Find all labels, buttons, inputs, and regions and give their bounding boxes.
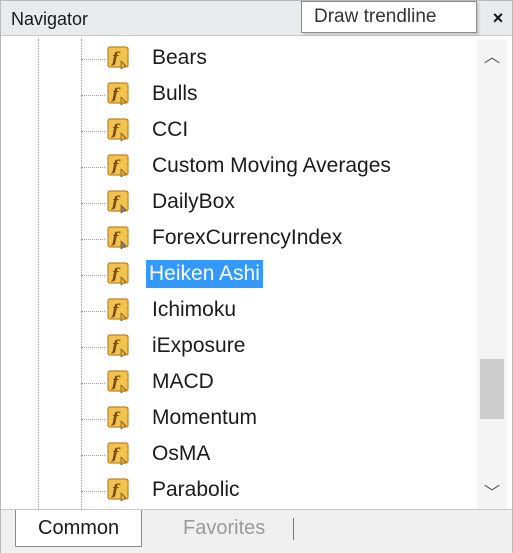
list-item[interactable]: f ForexCurrencyIndex (81, 221, 471, 255)
list-item[interactable]: f Bears (81, 41, 471, 75)
tree-connector (81, 131, 105, 132)
list-item[interactable]: f OsMA (81, 437, 471, 471)
list-item[interactable]: f DailyBox (81, 185, 471, 219)
list-item[interactable]: f iExposure (81, 329, 471, 363)
list-item-label: ForexCurrencyIndex (152, 226, 343, 249)
list-item-label: MACD (152, 370, 214, 393)
list-item-label: Bulls (152, 82, 198, 105)
tree-connector (81, 491, 105, 492)
list-item-label: Ichimoku (152, 298, 237, 321)
tree-guide-line (38, 39, 39, 509)
list-item[interactable]: f Momentum (81, 401, 471, 435)
list-item-label: Parabolic (152, 478, 240, 501)
list-item-label: Heiken Ashi (146, 260, 263, 288)
indicator-f-icon: f (107, 118, 131, 142)
list-item-label: CCI (152, 118, 189, 141)
tree-connector (81, 347, 105, 348)
panel-title: Navigator (11, 9, 89, 29)
list-item-label: DailyBox (152, 190, 235, 213)
indicator-f-icon: f (107, 442, 131, 466)
tree-connector (81, 455, 105, 456)
list-item[interactable]: f Heiken Ashi (81, 257, 471, 291)
close-button[interactable]: × (487, 7, 509, 29)
vertical-scrollbar[interactable]: ︿ ﹀ (477, 39, 507, 509)
tab-favorites[interactable]: Favorites (161, 510, 287, 546)
list-item-label: Bears (152, 46, 207, 69)
scroll-down-button[interactable]: ﹀ (477, 479, 507, 509)
indicator-f-gray-icon: f (107, 226, 131, 250)
navigator-panel: Navigator Draw trendline × f Bears f Bulls f… (0, 0, 513, 553)
list-item-label: Momentum (152, 406, 258, 429)
list-item[interactable]: f Ichimoku (81, 293, 471, 327)
list-item[interactable]: f Parabolic (81, 473, 471, 507)
scroll-thumb[interactable] (480, 359, 504, 419)
indicator-f-icon: f (107, 82, 131, 106)
scroll-up-button[interactable]: ︿ (477, 43, 507, 73)
tree-connector (81, 167, 105, 168)
indicator-f-icon: f (107, 262, 131, 286)
tree-connector (81, 95, 105, 96)
list-item[interactable]: f MACD (81, 365, 471, 399)
list-item[interactable]: f CCI (81, 113, 471, 147)
tree-connector (81, 311, 105, 312)
list-item[interactable]: f Custom Moving Averages (81, 149, 471, 183)
indicator-f-gray-icon: f (107, 190, 131, 214)
indicator-f-icon: f (107, 406, 131, 430)
tree-connector (81, 59, 105, 60)
tree-connector (81, 419, 105, 420)
indicator-f-icon: f (107, 298, 131, 322)
tree-connector (81, 239, 105, 240)
list-item[interactable]: f Bulls (81, 77, 471, 111)
list-item-label: Custom Moving Averages (152, 154, 391, 177)
indicator-f-icon: f (107, 370, 131, 394)
title-bar: Navigator Draw trendline × (1, 1, 512, 36)
indicator-f-icon: f (107, 46, 131, 70)
tree-connector (81, 275, 105, 276)
list-item-label: iExposure (152, 334, 246, 357)
tooltip: Draw trendline (301, 1, 477, 33)
indicator-f-icon: f (107, 154, 131, 178)
tab-separator (293, 518, 294, 540)
tree-connector (81, 203, 105, 204)
list-item-label: OsMA (152, 442, 211, 465)
tree-connector (81, 383, 105, 384)
tab-bar: Common Favorites (1, 509, 512, 553)
indicator-f-icon: f (107, 478, 131, 502)
tab-common[interactable]: Common (15, 510, 143, 547)
indicator-f-icon: f (107, 334, 131, 358)
indicator-tree: f Bears f Bulls f CCI f Custom Moving Averages f… (11, 39, 475, 509)
